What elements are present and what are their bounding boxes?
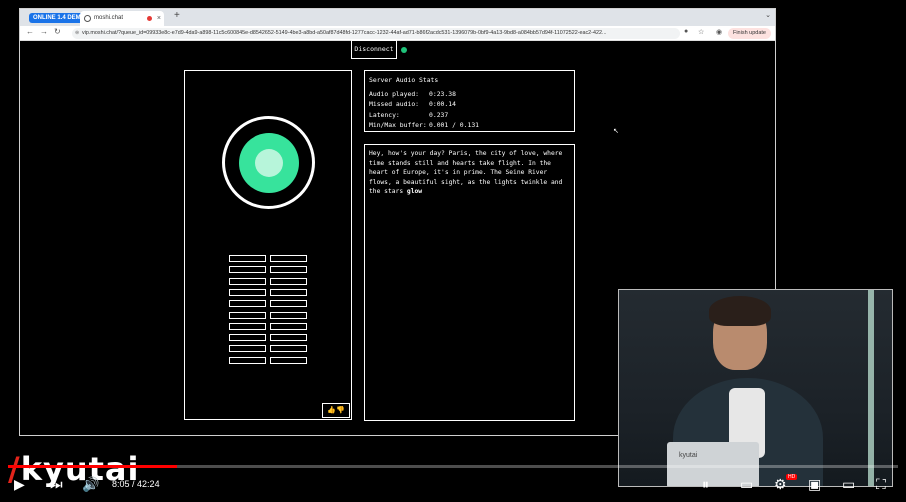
transcript-text: Hey, how's your day? Paris, the city of … — [369, 150, 563, 196]
level-meter-bar — [229, 288, 266, 296]
level-meter-bar — [270, 300, 307, 308]
level-meter-bar — [270, 266, 307, 274]
globe-icon — [84, 15, 91, 22]
thumbs-down-icon[interactable]: 👎 — [336, 407, 345, 414]
level-meter-bar — [270, 345, 307, 353]
stats-label: Latency: — [369, 110, 400, 119]
time-display: 8:05 / 42:24 — [112, 479, 160, 489]
settings-gear-icon[interactable]: ⚙ — [774, 476, 787, 493]
level-meter-bar — [270, 356, 307, 364]
stats-value: 0.237 — [429, 110, 449, 119]
level-meter-bar — [229, 334, 266, 342]
browser-toolbar: ← → ↻ ⊜ vip.moshi.chat/?queue_id=09933e8… — [20, 26, 775, 41]
voice-orb-core — [255, 149, 283, 177]
level-meter-bar — [229, 345, 266, 353]
hd-badge: HD — [786, 474, 798, 480]
level-meter-bar — [270, 322, 307, 330]
autoplay-toggle-icon[interactable]: ⏸ — [702, 476, 709, 493]
stats-title: Server Audio Stats — [369, 76, 439, 84]
time-separator: / — [129, 479, 138, 489]
stats-label: Audio played: — [369, 89, 420, 98]
time-current: 8:05 — [112, 479, 130, 489]
presenter-camera-overlay: kyutai — [618, 289, 893, 487]
audio-visualizer-panel: 👍👎 — [184, 70, 352, 420]
profile-icon[interactable]: ◉ — [716, 28, 722, 36]
chevron-down-icon[interactable]: ⌄ — [765, 11, 771, 19]
back-icon[interactable]: ← — [26, 27, 34, 36]
tab-title: moshi.chat — [94, 15, 124, 21]
level-meter-bar — [229, 300, 266, 308]
tab-moshi[interactable]: moshi.chat × — [80, 11, 164, 26]
volume-icon[interactable]: 🔊 — [82, 476, 99, 493]
fullscreen-icon[interactable]: ⛶ — [876, 476, 886, 493]
video-progress-played — [8, 465, 178, 468]
speaker-ring — [222, 116, 315, 209]
level-meter-bar — [270, 334, 307, 342]
miniplayer-icon[interactable]: ▣ — [808, 476, 821, 493]
subtitles-icon[interactable]: ▭ — [740, 476, 753, 493]
close-tab-icon[interactable]: × — [157, 11, 161, 26]
address-bar[interactable]: ⊜ vip.moshi.chat/?queue_id=09933e8c-e7d9… — [72, 28, 680, 39]
play-icon[interactable]: ▶ — [14, 476, 25, 493]
level-meter-bar — [270, 288, 307, 296]
site-info-icon[interactable]: ⊜ — [75, 28, 79, 39]
level-meter-bar — [229, 266, 266, 274]
address-text: vip.moshi.chat/?queue_id=09933e8c-e7d9-4… — [82, 30, 607, 36]
level-meter-bar — [229, 255, 266, 262]
stats-row: Latency: 0.237 — [369, 110, 570, 121]
transcript-panel: Hey, how's your day? Paris, the city of … — [364, 144, 575, 421]
recording-indicator-icon — [147, 16, 152, 21]
transcript-current-word: glow — [406, 188, 423, 196]
mouse-cursor-icon: ↖ — [613, 128, 619, 135]
stats-label: Missed audio: — [369, 100, 420, 108]
forward-icon[interactable]: → — [40, 27, 48, 36]
feedback-buttons: 👍👎 — [322, 403, 350, 418]
server-audio-stats: Server Audio Stats Audio played: 0:23.38… — [364, 70, 575, 132]
level-meter-bar — [270, 277, 307, 285]
laptop-sticker: kyutai — [679, 452, 698, 459]
level-meter-bar — [270, 255, 307, 262]
level-meter-bar — [229, 311, 266, 319]
stats-row: Missed audio: 0:00.14 — [369, 99, 570, 110]
connection-status-indicator — [401, 47, 407, 53]
new-tab-button[interactable]: + — [174, 10, 180, 21]
level-meter-bar — [229, 277, 266, 285]
level-meter-bar — [229, 322, 266, 330]
background-light — [868, 290, 874, 486]
thumbs-up-icon[interactable]: 👍 — [327, 407, 336, 414]
theater-mode-icon[interactable]: ▭ — [842, 476, 855, 493]
level-meter-bar — [270, 311, 307, 319]
presenter-hair — [709, 296, 771, 326]
time-total: 42:24 — [137, 479, 160, 489]
video-progress-bar[interactable] — [8, 465, 898, 468]
tab-bar: ONLINE 1.4 DEMO moshi.chat × + ⌄ — [20, 9, 775, 26]
microphone-icon[interactable]: ● — [684, 28, 688, 35]
stats-value: 0:00.14 — [429, 100, 456, 108]
reload-icon[interactable]: ↻ — [54, 27, 61, 36]
stats-row: Audio played: 0:23.38 — [369, 89, 570, 100]
bookmark-star-icon[interactable]: ☆ — [698, 28, 704, 36]
disconnect-button[interactable]: Disconnect — [351, 40, 397, 59]
stats-value: 0.001 / 0.131 — [429, 121, 480, 129]
stats-value: 0:23.38 — [429, 89, 456, 98]
voice-orb — [239, 133, 299, 193]
finish-update-button[interactable]: Finish update — [727, 28, 771, 39]
stats-row: Min/Max buffer: 0.001 / 0.131 — [369, 120, 570, 131]
next-video-icon[interactable]: ⏭ — [50, 476, 63, 493]
level-meter-bar — [229, 356, 266, 364]
stats-label: Min/Max buffer: — [369, 121, 427, 129]
